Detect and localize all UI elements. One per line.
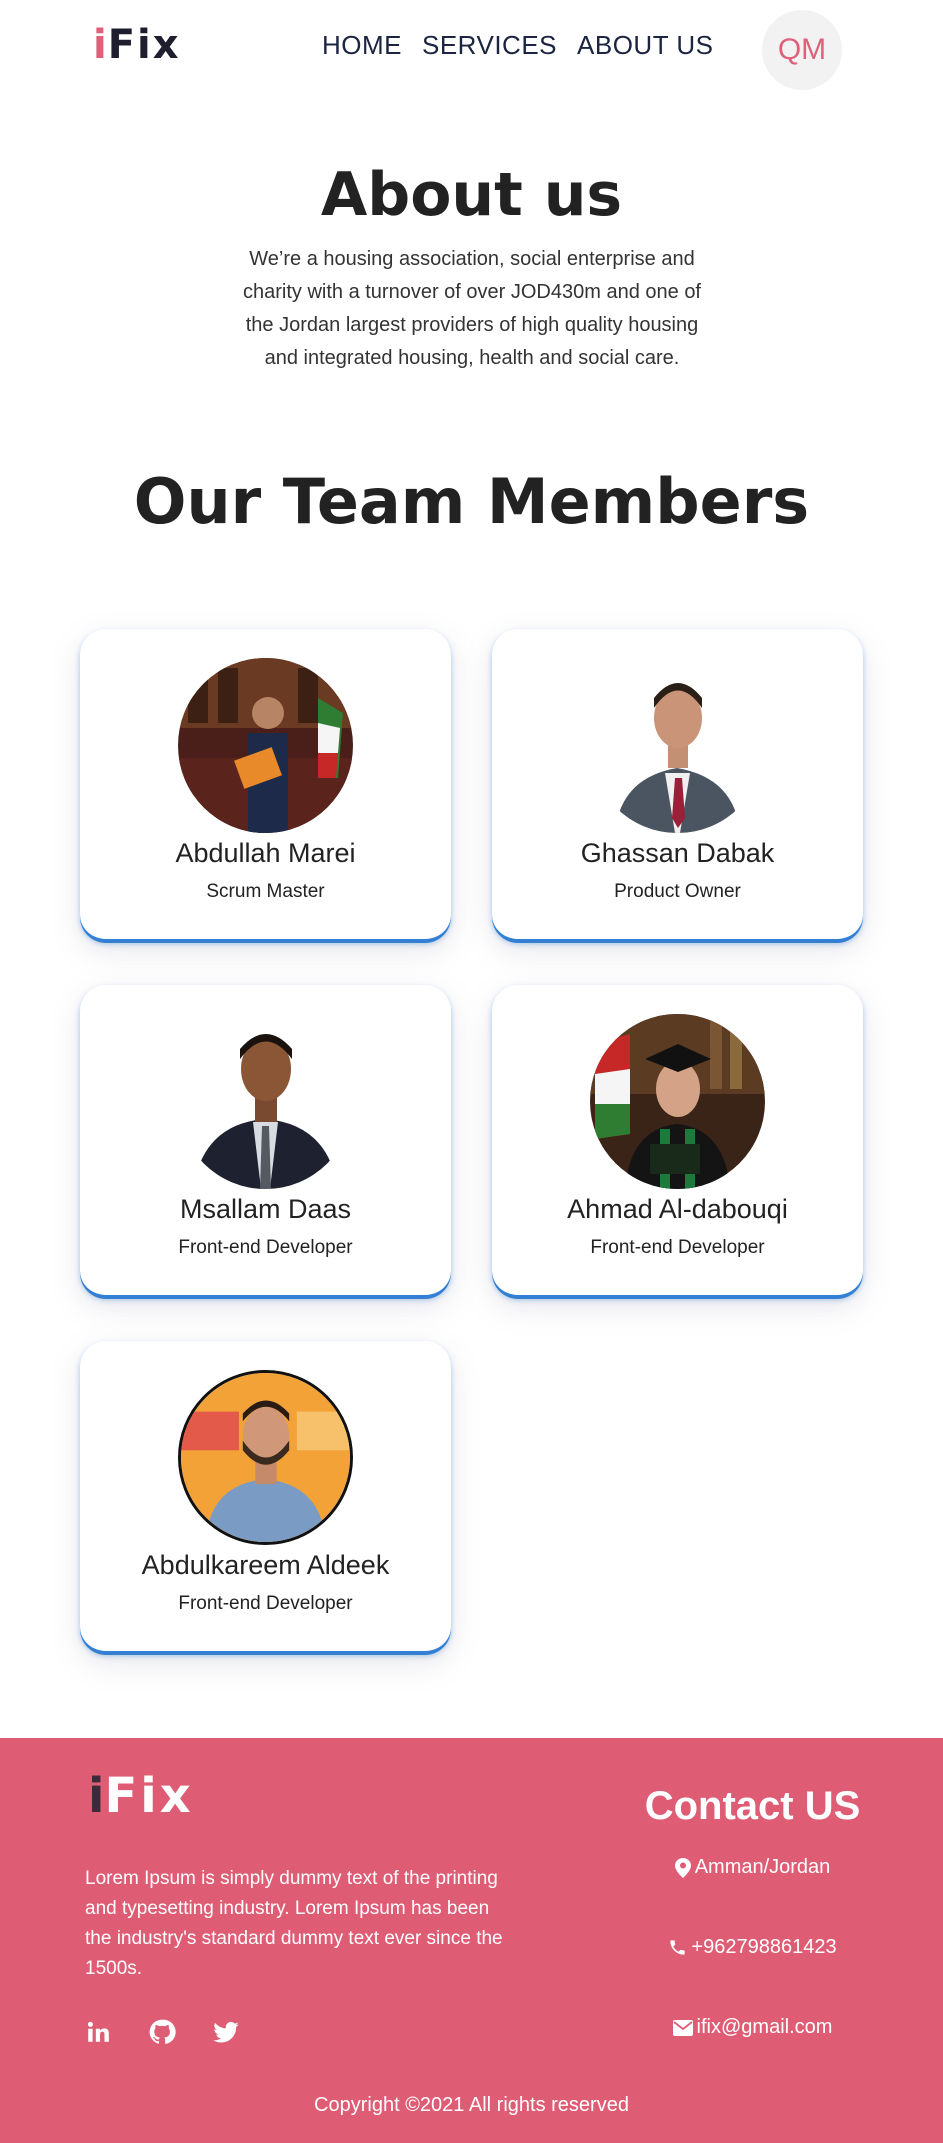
member-photo [590,1014,765,1189]
member-role: Scrum Master [206,881,325,902]
team-card: Ahmad Al-dabouqi Front-end Developer [492,985,863,1297]
member-name: Ghassan Dabak [580,838,775,868]
main-nav: HOME SERVICES ABOUT US [322,30,713,61]
map-marker-icon [674,1857,691,1878]
team-card: Abdullah Marei Scrum Master [80,629,451,941]
avatar-initials: QM [777,33,827,66]
logo-letter-i: i [93,22,108,68]
member-name: Ahmad Al-dabouqi [567,1194,788,1224]
nav-services[interactable]: SERVICES [422,30,557,61]
footer-description: Lorem Ipsum is simply dummy text of the … [85,1868,503,1979]
github-icon[interactable] [148,2018,176,2046]
phone-text: +962798861423 [691,1936,837,1958]
footer-logo-text: Fix [104,1768,194,1824]
member-photo [178,1370,353,1545]
footer-logo[interactable]: i Fix [88,1768,194,1824]
copyright: Copyright ©2021 All rights reserved [314,2094,629,2116]
footer-logo-letter-i: i [88,1768,105,1824]
user-avatar[interactable]: QM [762,10,842,90]
social-links [84,2018,240,2046]
location-text: Amman/Jordan [694,1856,831,1878]
contact-location: Amman/Jordan [620,1856,885,1879]
logo[interactable]: i Fix [93,22,181,68]
member-name: Abdulkareem Aldeek [141,1550,390,1580]
member-photo [590,658,765,833]
team-title: Our Team Members [133,465,810,538]
site-footer: i Fix Lorem Ipsum is simply dummy text o… [0,1738,943,2143]
contact-title: Contact US [644,1784,861,1828]
team-card: Msallam Daas Front-end Developer [80,985,451,1297]
member-role: Front-end Developer [178,1593,353,1614]
member-role: Front-end Developer [590,1237,765,1258]
member-name: Msallam Daas [179,1194,352,1224]
logo-text: Fix [107,22,181,68]
site-header: i Fix HOME SERVICES ABOUT US QM [0,0,943,100]
about-title: About us [320,160,623,230]
envelope-icon [672,2019,693,2036]
team-card: Abdulkareem Aldeek Front-end Developer [80,1341,451,1653]
member-role: Front-end Developer [178,1237,353,1258]
about-description: We’re a housing association, social ente… [242,248,701,369]
phone-icon [670,1940,686,1955]
member-role: Product Owner [614,881,741,902]
member-name: Abdullah Marei [175,838,356,868]
contact-email[interactable]: ifix@gmail.com [620,2016,885,2039]
nav-home[interactable]: HOME [322,30,402,61]
member-photo [178,658,353,833]
nav-about-us[interactable]: ABOUT US [577,30,713,61]
email-text: ifix@gmail.com [696,2016,833,2038]
contact-phone[interactable]: +962798861423 [620,1936,885,1959]
member-photo [178,1014,353,1189]
linkedin-icon[interactable] [84,2018,112,2046]
team-card: Ghassan Dabak Product Owner [492,629,863,941]
twitter-icon[interactable] [212,2018,240,2046]
